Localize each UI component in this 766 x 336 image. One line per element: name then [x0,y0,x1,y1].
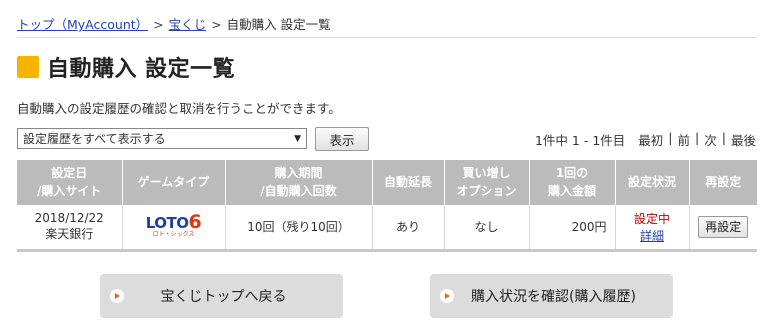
pager-next[interactable]: 次 [704,130,717,149]
reset-button[interactable]: 再設定 [698,215,749,238]
detail-link[interactable]: 詳細 [620,227,685,244]
breadcrumb-lottery-link[interactable]: 宝くじ [169,17,207,32]
cell-date-site: 2018/12/22 楽天銀行 [17,205,123,252]
col-header-status: 設定状況 [615,160,690,205]
page-description: 自動購入の設定履歴の確認と取消を行うことができます。 [17,101,341,116]
page-title: 自動購入 設定一覧 [47,57,236,82]
col-header-date: 設定日/購入サイト [17,160,123,205]
back-to-lottery-top-button[interactable]: 宝くじトップへ戻る [100,274,343,318]
cell-option: なし [444,205,530,252]
pagination: 1件中 1 - 1件目 最初 | 前 | 次 | 最後 [535,130,756,149]
loto6-logo: LOTO6 ロト・シックス [145,211,202,239]
back-button-label: 宝くじトップへ戻る [160,289,287,305]
show-button[interactable]: 表示 [315,127,369,151]
play-arrow-icon [110,289,124,303]
col-header-game-type: ゲームタイプ [122,160,226,205]
breadcrumb-current: 自動購入 設定一覧 [226,17,331,32]
status-label: 設定中 [633,211,670,226]
pager-divider: | [668,130,673,145]
col-header-period: 購入期間/自動購入回数 [225,160,373,205]
pager-prev[interactable]: 前 [678,130,691,149]
pager-first[interactable]: 最初 [638,130,663,149]
history-button-label: 購入状況を確認(購入履歴) [471,289,636,305]
cell-status: 設定中 詳細 [615,205,690,252]
cell-game-type: LOTO6 ロト・シックス [122,205,226,252]
cell-period: 10回（残り10回） [225,205,373,252]
cell-reset: 再設定 [689,205,757,252]
cell-amount: 200円 [529,205,616,252]
pager-divider: | [695,130,700,145]
breadcrumb: トップ（MyAccount） > 宝くじ > 自動購入 設定一覧 [17,14,331,33]
check-purchase-history-button[interactable]: 購入状況を確認(購入履歴) [430,274,673,318]
cell-auto-extend: あり [372,205,445,252]
history-filter-value: 設定履歴をすべて表示する [23,132,166,146]
pager-last[interactable]: 最後 [731,130,756,149]
col-header-reset: 再設定 [689,160,757,205]
table-row: 2018/12/22 楽天銀行 LOTO6 ロト・シックス 10回（残り10回） … [17,205,757,252]
dropdown-arrow-icon: ▼ [294,133,301,144]
col-header-amount: 1回の 購入金額 [529,160,616,205]
table-header-row: 設定日/購入サイト ゲームタイプ 購入期間/自動購入回数 自動延長 買い増し オプ… [17,160,757,205]
breadcrumb-separator: > [211,17,222,32]
settings-table: 設定日/購入サイト ゲームタイプ 購入期間/自動購入回数 自動延長 買い増し オプ… [17,160,757,252]
play-arrow-icon [440,289,454,303]
divider [17,37,757,38]
page-title-block: 自動購入 設定一覧 [17,52,235,82]
col-header-auto-extend: 自動延長 [372,160,445,205]
title-square-icon [17,56,39,78]
pager-divider: | [721,130,726,145]
breadcrumb-home-link[interactable]: トップ（MyAccount） [17,17,148,32]
breadcrumb-separator: > [153,17,164,32]
col-header-option: 買い増し オプション [444,160,530,205]
history-filter-select[interactable]: 設定履歴をすべて表示する ▼ [17,128,307,149]
result-count: 1件中 1 - 1件目 [534,133,626,148]
